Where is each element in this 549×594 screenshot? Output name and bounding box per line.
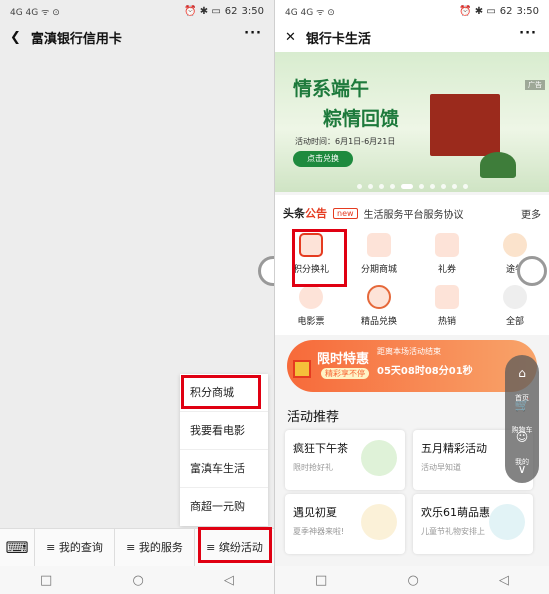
all-apps-icon [503, 285, 527, 309]
promo-banner[interactable]: 情系端午 粽情回馈 活动时间：6月1日-6月21日 点击兑换 广告 [275, 52, 549, 192]
grid-item-all[interactable]: 全部 [481, 285, 549, 327]
fan-icon [361, 504, 397, 540]
status-bar: 4G 4G ᯤ ⊙ ⏰ ✱ ▭ 62 3:50 [0, 0, 274, 22]
flash-sale-banner[interactable]: 限时特惠 精彩享不停 距离本场活动结束 05天08时08分01秒 [287, 340, 537, 392]
menu-item-car-life[interactable]: 富滇车生活 [180, 450, 268, 488]
chevron-down-icon: ∨ [517, 462, 527, 476]
card-title: 欢乐61萌品惠 [421, 506, 490, 519]
menu-item-movies[interactable]: 我要看电影 [180, 412, 268, 450]
grid-item-hot-sale[interactable]: 热销 [413, 285, 481, 327]
gift-box-image [430, 94, 500, 156]
recents-icon[interactable]: □ [315, 573, 327, 588]
notice-bar[interactable]: 头条公告 new 生活服务平台服务协议 更多 [283, 205, 541, 221]
status-icons: ⏰ ✱ ▭ [459, 5, 496, 17]
floating-assist-button[interactable] [258, 256, 274, 286]
status-bar: 4G 4G ᯤ ⊙ ⏰ ✱ ▭ 62 3:50 [275, 0, 549, 22]
highlight-box-points-mall [181, 375, 261, 409]
banner-headline-2: 粽情回馈 [323, 108, 400, 130]
float-cart-button[interactable]: 🛒 购物车 [505, 387, 539, 434]
notice-more-link[interactable]: 更多 [521, 206, 541, 221]
banner-time: 活动时间：6月1日-6月21日 [295, 137, 396, 146]
card-life-screen: 4G 4G ᯤ ⊙ ⏰ ✱ ▭ 62 3:50 ✕ 银行卡生活 ··· 情系端午… [275, 0, 549, 594]
status-icons: ⏰ ✱ ▭ [184, 5, 221, 17]
flash-sale-title: 限时特惠 [317, 352, 370, 367]
page-title: 银行卡生活 [305, 31, 371, 47]
new-badge: new [333, 207, 358, 219]
highlight-box-activities [198, 527, 272, 563]
back-icon[interactable]: ◁ [224, 573, 234, 588]
countdown-label: 距离本场活动结束 [377, 347, 441, 356]
notice-text[interactable]: 生活服务平台服务协议 [364, 206, 515, 221]
flash-sale-tag: 精彩享不停 [321, 368, 369, 379]
page-title: 富滇银行信用卡 [30, 31, 122, 47]
floating-nav: ⌂ 首页 🛒 购物车 ☺ 我的 ∨ [505, 355, 539, 483]
back-chevron-icon[interactable]: ❮ [10, 30, 21, 45]
card-subtitle: 夏季神器来啦! [293, 527, 345, 536]
banner-redeem-button[interactable]: 点击兑换 [293, 151, 353, 167]
carousel-dots [275, 184, 549, 189]
title-bar: ✕ 银行卡生活 ··· [275, 22, 549, 52]
banner-headline-1: 情系端午 [293, 78, 370, 100]
battery-level: 62 [499, 5, 513, 17]
title-bar: ❮ 富滇银行信用卡 ··· [0, 22, 274, 52]
countdown-timer: 05天08时08分01秒 [377, 366, 473, 377]
cow-icon [503, 233, 527, 257]
menu-item-supermarket[interactable]: 商超一元购 [180, 488, 268, 526]
tag-icon [435, 285, 459, 309]
highlight-box-points-gift [292, 229, 347, 287]
card-title: 五月精彩活动 [421, 442, 487, 455]
card-subtitle: 活动早知道 [421, 463, 461, 472]
clock: 3:50 [516, 5, 539, 17]
card-subtitle: 限时抢好礼 [293, 463, 333, 472]
grid-item-movie-ticket[interactable]: 电影票 [277, 285, 345, 327]
grid-item-coupon[interactable]: 礼券 [413, 233, 481, 275]
clock: 3:50 [241, 5, 264, 17]
bag-icon [367, 233, 391, 257]
tab-my-service[interactable]: ≡ 我的服务 [114, 528, 194, 567]
float-mine-button[interactable]: ☺ 我的 [505, 419, 539, 466]
grid-item-premium-redeem[interactable]: 精品兑换 [345, 285, 413, 327]
signal-indicator: 4G 4G ᯤ ⊙ [10, 8, 60, 18]
section-title: 活动推荐 [287, 410, 340, 425]
coupon-icon [435, 233, 459, 257]
more-options-icon[interactable]: ··· [519, 26, 537, 41]
battery-level: 62 [224, 5, 238, 17]
card-title: 疯狂下午茶 [293, 442, 348, 455]
ad-badge: 广告 [525, 80, 545, 90]
card-subtitle: 儿童节礼物安排上 [421, 527, 485, 536]
film-reel-icon [299, 285, 323, 309]
headline-logo: 头条公告 [283, 207, 327, 220]
close-icon[interactable]: ✕ [285, 30, 296, 45]
home-icon[interactable]: ○ [132, 573, 143, 588]
activity-card[interactable]: 欢乐61萌品惠 儿童节礼物安排上 [413, 494, 533, 554]
activity-card[interactable]: 疯狂下午茶 限时抢好礼 [285, 430, 405, 490]
home-icon[interactable]: ○ [407, 573, 418, 588]
recents-icon[interactable]: □ [40, 573, 52, 588]
activity-card[interactable]: 遇见初夏 夏季神器来啦! [285, 494, 405, 554]
back-icon[interactable]: ◁ [499, 573, 509, 588]
system-nav-bar: □ ○ ◁ [275, 566, 549, 594]
clown-icon [361, 440, 397, 476]
system-nav-bar: □ ○ ◁ [0, 566, 274, 594]
keyboard-icon[interactable]: ⌨ [0, 538, 34, 557]
grid-item-installment-mall[interactable]: 分期商城 [345, 233, 413, 275]
gift-icon [293, 360, 311, 378]
yen-coin-icon [367, 285, 391, 309]
card-title: 遇见初夏 [293, 506, 337, 519]
floating-assist-button[interactable] [517, 256, 547, 286]
zongzi-image [480, 152, 516, 178]
more-options-icon[interactable]: ··· [244, 26, 262, 41]
float-collapse-button[interactable]: ∨ [505, 451, 539, 483]
signal-indicator: 4G 4G ᯤ ⊙ [285, 8, 335, 18]
float-home-button[interactable]: ⌂ 首页 [505, 355, 539, 402]
watch-icon [489, 504, 525, 540]
wechat-chat-screen: 4G 4G ᯤ ⊙ ⏰ ✱ ▭ 62 3:50 ❮ 富滇银行信用卡 ··· 积分… [0, 0, 274, 594]
tab-my-query[interactable]: ≡ 我的查询 [34, 528, 114, 567]
